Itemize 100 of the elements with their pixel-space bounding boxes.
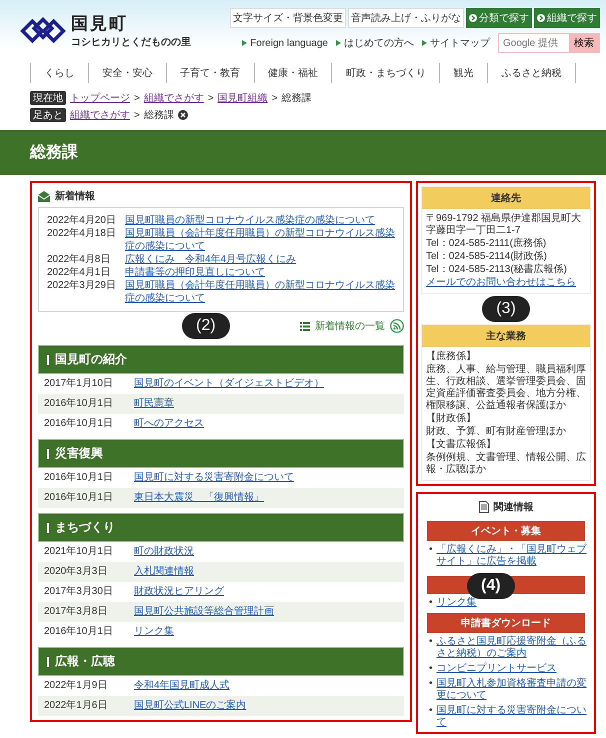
breadcrumb-link[interactable]: 国見町組織	[218, 91, 268, 105]
panel-heading: 主な業務	[422, 325, 590, 347]
panel-text: 財政、予算、町有財産管理ほか	[426, 426, 567, 438]
panel-text: 【庶務係】	[426, 351, 477, 363]
header-link[interactable]: はじめての方へ	[336, 36, 414, 50]
nav-item[interactable]: 健康・福祉	[254, 63, 332, 83]
utility-button[interactable]: 文字サイズ・背景色変更	[230, 8, 346, 28]
news-link[interactable]: 国見町職員（会計年度任用職員）の新型コロナウイルス感染症の感染について	[125, 227, 395, 253]
list-bullet: •	[429, 597, 433, 609]
list-bullet: •	[429, 636, 433, 649]
close-icon[interactable]	[178, 110, 188, 120]
category-heading: 申請書ダウンロード	[427, 613, 585, 633]
document-icon	[478, 501, 488, 513]
article-link[interactable]: 入札関連情報	[134, 566, 194, 578]
chevron-circle-icon	[469, 14, 477, 22]
triangle-bullet-icon	[422, 40, 427, 46]
article-link[interactable]: 町の財政状況	[134, 546, 194, 558]
utility-button[interactable]: 音声読み上げ・ふりがな	[348, 8, 464, 28]
news-date: 2022年4月8日	[47, 253, 112, 266]
list-bullet: •	[429, 544, 433, 557]
news-date: 2022年4月20日	[47, 214, 117, 227]
breadcrumb-label: 足あと	[30, 108, 66, 122]
breadcrumb-current: 総務課	[144, 108, 174, 122]
article-date: 2020年3月3日	[44, 566, 108, 578]
related-link[interactable]: 「広報くにみ」・「国見町ウェブサイト」に広告を掲載	[436, 544, 587, 568]
breadcrumb-link[interactable]: トップページ	[70, 91, 130, 105]
breadcrumb-current: 総務課	[282, 92, 312, 105]
section-title: まちづくり	[55, 519, 115, 536]
panel-text: Tel：024-585-2111(庶務係)	[426, 238, 548, 250]
article-date: 2016年10月1日	[44, 472, 114, 484]
search-button[interactable]: 検索	[569, 34, 599, 52]
article-date: 2022年1月9日	[44, 680, 108, 692]
panel-text: Tel：024-585-2114(財政係)	[426, 251, 548, 263]
article-link[interactable]: 国見町公共施設等総合管理計画	[134, 606, 274, 618]
breadcrumb-separator: >	[134, 110, 140, 120]
header-link[interactable]: サイトマップ	[422, 36, 490, 50]
article-date: 2016年10月1日	[44, 418, 114, 430]
panel-text: Tel：024-585-2113(秘書広報係)	[426, 264, 568, 276]
section-title: 国見町の紹介	[55, 351, 127, 368]
panel-heading: 連絡先	[422, 187, 590, 209]
related-link[interactable]: 国見町に対する災害寄附金について	[436, 705, 587, 729]
article-link[interactable]: 国見町公式LINEのご案内	[134, 700, 246, 712]
panel-text: 庶務、人事、給与管理、職員福利厚生、行政相談、選挙管理委員会、固定資産評価審査委員会、地方分権、権限移譲、公益通報者保護ほか	[426, 364, 586, 412]
site-name: 国見町	[71, 13, 129, 35]
page-title: 総務課	[0, 130, 606, 175]
article-link[interactable]: 東日本大震災 「復興情報」	[134, 492, 264, 504]
triangle-bullet-icon	[242, 40, 248, 46]
callout-label: (2)	[182, 313, 230, 339]
email-link[interactable]: メールでのお問い合わせはこちら	[426, 277, 586, 289]
search-category-button[interactable]: 分類で探す	[466, 8, 532, 28]
related-heading: 関連情報	[494, 500, 534, 514]
section-title: 災害復興	[55, 445, 103, 462]
article-date: 2017年3月8日	[44, 606, 108, 618]
breadcrumb-label: 現在地	[30, 91, 66, 105]
article-date: 2016年10月1日	[44, 492, 114, 504]
panel-text: 【財政係】	[426, 413, 477, 425]
category-heading: イベント・募集	[427, 521, 585, 541]
list-bullet: •	[429, 663, 433, 675]
article-link[interactable]: 国見町に対する災害寄附金について	[134, 472, 294, 484]
callout-label: (3)	[482, 296, 530, 322]
nav-item[interactable]: 町政・まちづくり	[332, 63, 440, 83]
panel-text: 【文書広報係】	[426, 439, 497, 451]
section-title: 広報・広聴	[55, 653, 115, 670]
article-date: 2022年1月6日	[44, 700, 108, 712]
breadcrumb-separator: >	[208, 92, 214, 104]
list-icon	[300, 322, 310, 330]
article-link[interactable]: 令和4年国見町成人式	[134, 680, 230, 692]
nav-item[interactable]: 観光	[440, 63, 488, 83]
chevron-circle-icon	[537, 14, 545, 22]
article-date: 2021年10月1日	[44, 546, 114, 558]
rss-icon[interactable]	[390, 319, 404, 333]
search-category-button[interactable]: 組織で探す	[534, 8, 600, 28]
breadcrumb-link[interactable]: 組織でさがす	[70, 108, 130, 122]
nav-item[interactable]: くらし	[31, 63, 89, 83]
article-link[interactable]: 財政状況ヒアリング	[134, 586, 224, 598]
panel-text: 条例例規、文書管理、情報公開、広報・広聴ほか	[426, 452, 586, 476]
news-link[interactable]: 国見町職員（会計年度任用職員）の新型コロナウイルス感染症の感染について	[125, 279, 395, 305]
header-link[interactable]: Foreign language	[242, 38, 328, 48]
related-link[interactable]: 国見町入札参加資格審査申請の変更について	[436, 678, 587, 702]
list-bullet: •	[429, 678, 433, 691]
related-link[interactable]: リンク集	[436, 597, 477, 609]
nav-item[interactable]: ふるさと納税	[488, 63, 576, 83]
news-heading: 新着情報	[55, 189, 95, 203]
related-link[interactable]: ふるさと国見町応援寄附金（ふるさと納税）のご案内	[436, 636, 587, 660]
nav-item[interactable]: 子育て・教育	[166, 63, 255, 83]
news-link[interactable]: 広報くにみ 令和4年4月号広報くにみ	[125, 253, 296, 266]
nav-item[interactable]: 安全・安心	[88, 63, 167, 83]
article-link[interactable]: 町へのアクセス	[134, 418, 204, 430]
article-link[interactable]: 国見町のイベント（ダイジェストビデオ）	[134, 378, 324, 390]
news-date: 2022年4月1日	[47, 266, 112, 279]
search-field[interactable]: Google 提供 検索	[498, 33, 600, 53]
news-list-link[interactable]: 新着情報の一覧	[315, 319, 385, 333]
breadcrumb-separator: >	[134, 92, 140, 104]
related-link[interactable]: コンビニプリントサービス	[436, 663, 557, 675]
news-link[interactable]: 国見町職員の新型コロナウイルス感染症の感染について	[125, 214, 375, 227]
news-link[interactable]: 申請書等の押印見直しについて	[125, 266, 265, 279]
breadcrumb-link[interactable]: 組織でさがす	[144, 91, 204, 105]
article-link[interactable]: リンク集	[134, 626, 174, 638]
article-link[interactable]: 町民憲章	[134, 398, 174, 410]
news-date: 2022年4月18日	[47, 227, 117, 241]
